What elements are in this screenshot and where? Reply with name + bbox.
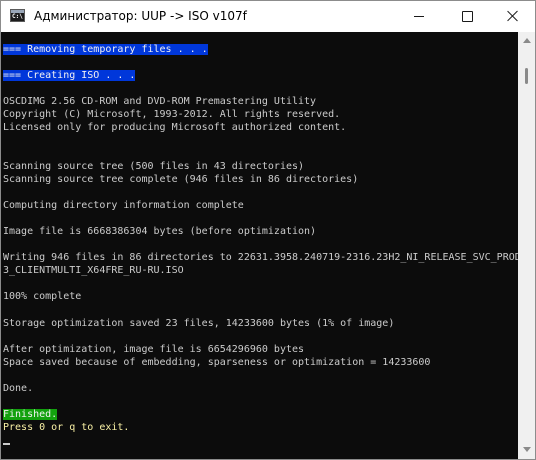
minimize-icon [414, 16, 424, 17]
scroll-down-arrow-icon[interactable] [523, 447, 531, 452]
console-line: Space saved because of embedding, sparse… [3, 357, 431, 368]
console-window: C:\ Администратор: UUP -> ISO v107f === … [0, 0, 536, 460]
console-line: Copyright (C) Microsoft, 1993-2012. All … [3, 109, 341, 120]
close-icon [507, 10, 519, 22]
console-line: Image file is 6668386304 bytes (before o… [3, 226, 317, 237]
window-title: Администратор: UUP -> ISO v107f [34, 9, 247, 23]
console-line: === Creating ISO . . . [3, 69, 136, 82]
console-line: Writing 946 files in 86 directories to 2… [3, 252, 518, 263]
maximize-icon [462, 11, 473, 22]
maximize-button[interactable] [444, 1, 490, 32]
cmd-icon-glyph: C:\ [12, 13, 23, 20]
vertical-scrollbar[interactable] [518, 32, 535, 459]
minimize-button[interactable] [396, 1, 442, 32]
console-output[interactable]: === Removing temporary files . . . === C… [1, 32, 518, 459]
close-button[interactable] [490, 1, 535, 32]
console-line: After optimization, image file is 665429… [3, 344, 305, 355]
console-line: Licensed only for producing Microsoft au… [3, 122, 347, 133]
console-line: Finished. [3, 408, 58, 421]
text-cursor [3, 443, 10, 445]
console-line: 100% complete [3, 291, 82, 302]
finished-status: Finished. [3, 409, 58, 420]
title-bar[interactable]: C:\ Администратор: UUP -> ISO v107f [1, 1, 535, 32]
console-line: Done. [3, 383, 34, 394]
console-line: Scanning source tree (500 files in 43 di… [3, 161, 305, 172]
scroll-up-arrow-icon[interactable] [523, 38, 531, 43]
console-line: === Removing temporary files . . . [3, 43, 208, 56]
console-line: OSCDIMG 2.56 CD-ROM and DVD-ROM Premaste… [3, 96, 317, 107]
exit-prompt: Press 0 or q to exit. [3, 422, 130, 433]
scrollbar-thumb[interactable] [525, 68, 528, 84]
console-line-text: === Removing temporary files . . . [3, 44, 208, 55]
console-line: Computing directory information complete [3, 200, 244, 211]
cmd-console-icon[interactable]: C:\ [10, 9, 25, 22]
console-line: Storage optimization saved 23 files, 142… [3, 318, 395, 329]
console-line: Scanning source tree complete (946 files… [3, 174, 359, 185]
console-line-text: === Creating ISO . . . [3, 70, 136, 81]
console-line: 3_CLIENTMULTI_X64FRE_RU-RU.ISO [3, 265, 184, 276]
